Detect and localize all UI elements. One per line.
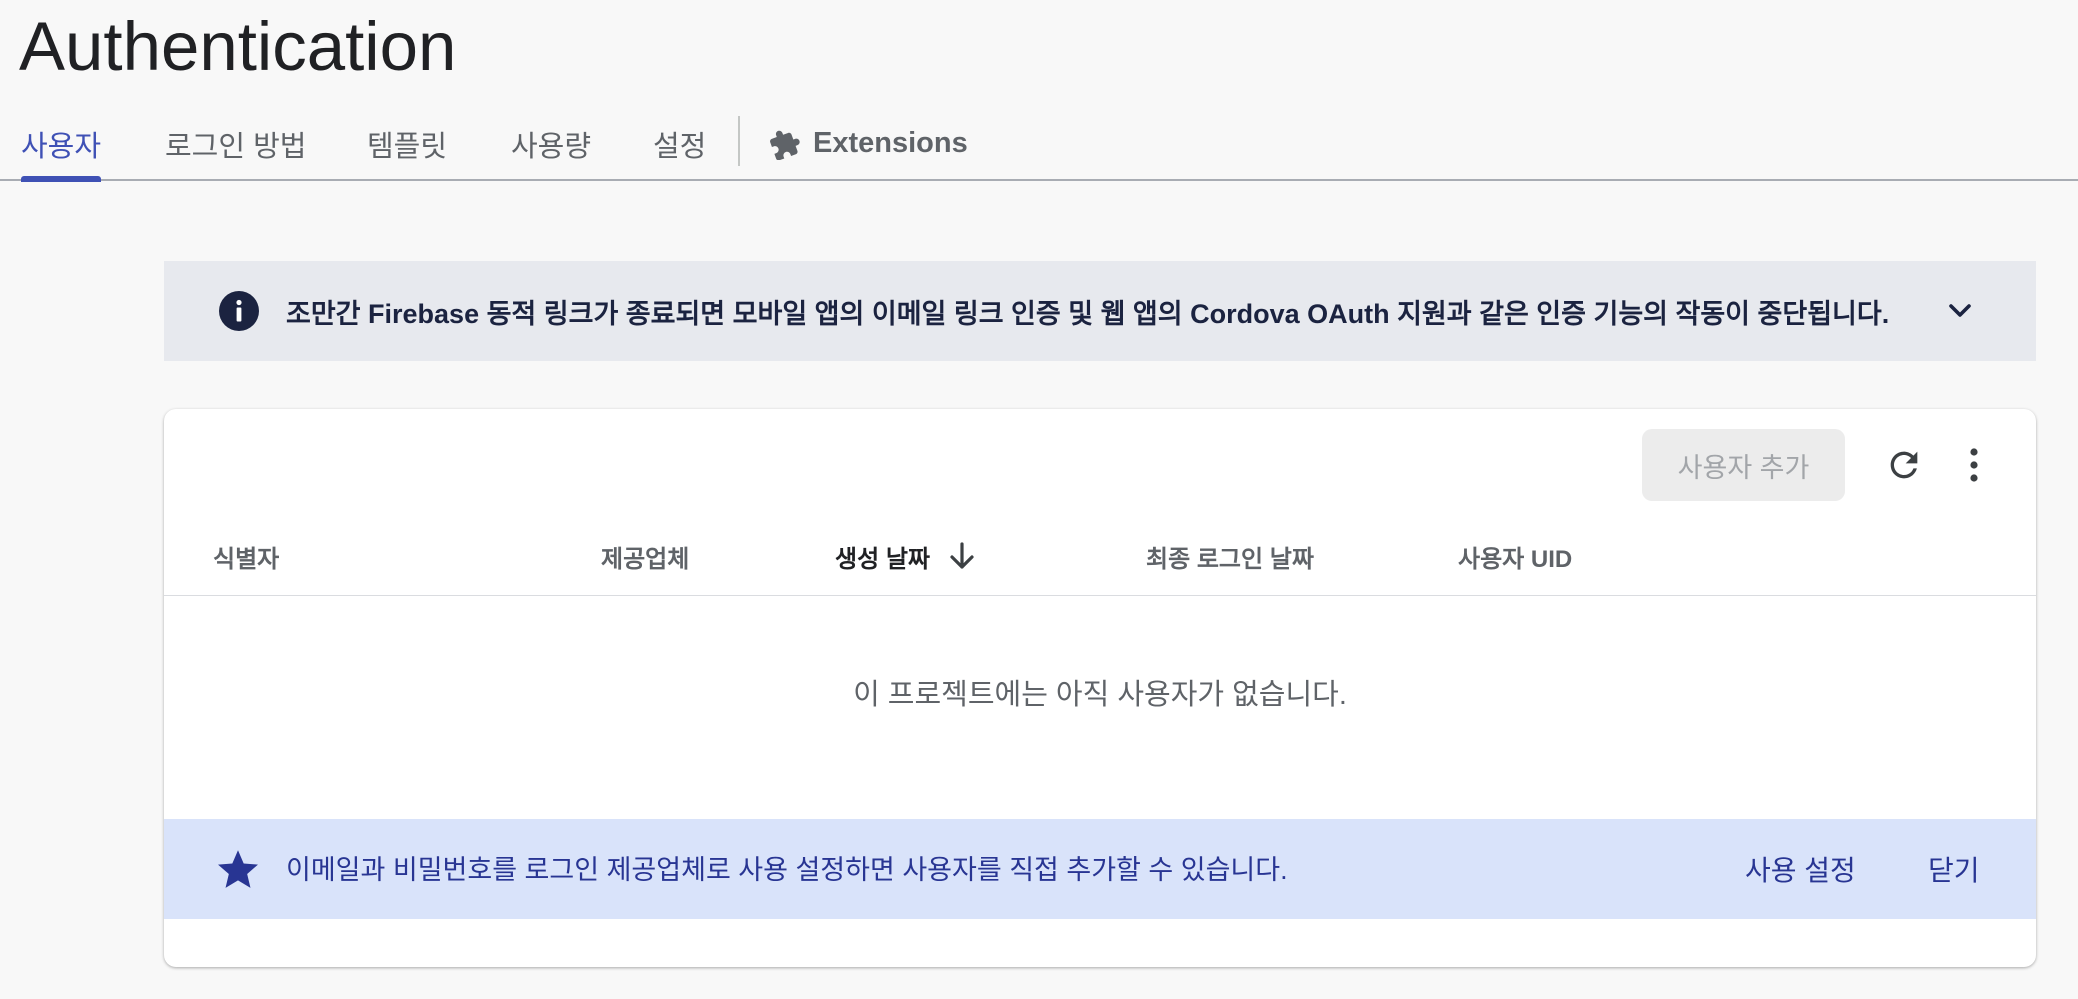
column-header-created[interactable]: 생성 날짜	[835, 516, 976, 596]
info-icon	[219, 291, 259, 331]
column-header-last-sign-in[interactable]: 최종 로그인 날짜	[1146, 516, 1314, 596]
more-options-button[interactable]	[1954, 439, 1994, 491]
tab-sign-in-method[interactable]: 로그인 방법	[165, 108, 306, 179]
chevron-down-icon[interactable]	[1942, 293, 1978, 329]
banner-text: 조만간 Firebase 동적 링크가 종료되면 모바일 앱의 이메일 링크 인…	[286, 298, 1890, 329]
promo-banner: 이메일과 비밀번호를 로그인 제공업체로 사용 설정하면 사용자를 직접 추가할…	[164, 819, 2036, 919]
arrow-down-icon	[950, 542, 974, 569]
page-title: Authentication	[19, 8, 457, 85]
tab-templates[interactable]: 템플릿	[367, 108, 447, 179]
tab-bar: 사용자 로그인 방법 템플릿 사용량 설정 Extensions	[0, 108, 2078, 182]
refresh-button[interactable]	[1878, 439, 1930, 491]
tab-divider	[738, 116, 740, 166]
tab-users[interactable]: 사용자	[21, 108, 102, 182]
refresh-icon	[1890, 451, 1918, 479]
tab-extensions-label: Extensions	[813, 127, 968, 159]
column-header-created-label: 생성 날짜	[835, 545, 930, 573]
star-icon	[218, 850, 258, 888]
add-user-button[interactable]: 사용자 추가	[1642, 429, 1845, 501]
column-header-provider[interactable]: 제공업체	[601, 516, 689, 596]
close-button[interactable]: 닫기	[1928, 819, 1980, 919]
deprecation-banner: 조만간 Firebase 동적 링크가 종료되면 모바일 앱의 이메일 링크 인…	[164, 261, 2036, 361]
column-header-identifier[interactable]: 식별자	[213, 516, 279, 596]
enable-button[interactable]: 사용 설정	[1745, 819, 1856, 919]
tab-settings[interactable]: 설정	[653, 108, 706, 179]
users-card: 사용자 추가 식별자 제공업체 생성 날짜 최종 로그인 날짜 사용자 UID …	[164, 409, 2036, 967]
promo-text: 이메일과 비밀번호를 로그인 제공업체로 사용 설정하면 사용자를 직접 추가할…	[286, 854, 1288, 885]
table-header: 식별자 제공업체 생성 날짜 최종 로그인 날짜 사용자 UID	[164, 516, 2036, 596]
tab-extensions[interactable]: Extensions	[769, 108, 968, 179]
empty-state-message: 이 프로젝트에는 아직 사용자가 없습니다.	[853, 679, 1347, 711]
column-header-user-uid[interactable]: 사용자 UID	[1458, 516, 1572, 596]
more-vert-icon	[1970, 448, 1978, 482]
puzzle-icon	[770, 130, 800, 160]
tab-usage[interactable]: 사용량	[511, 108, 591, 179]
